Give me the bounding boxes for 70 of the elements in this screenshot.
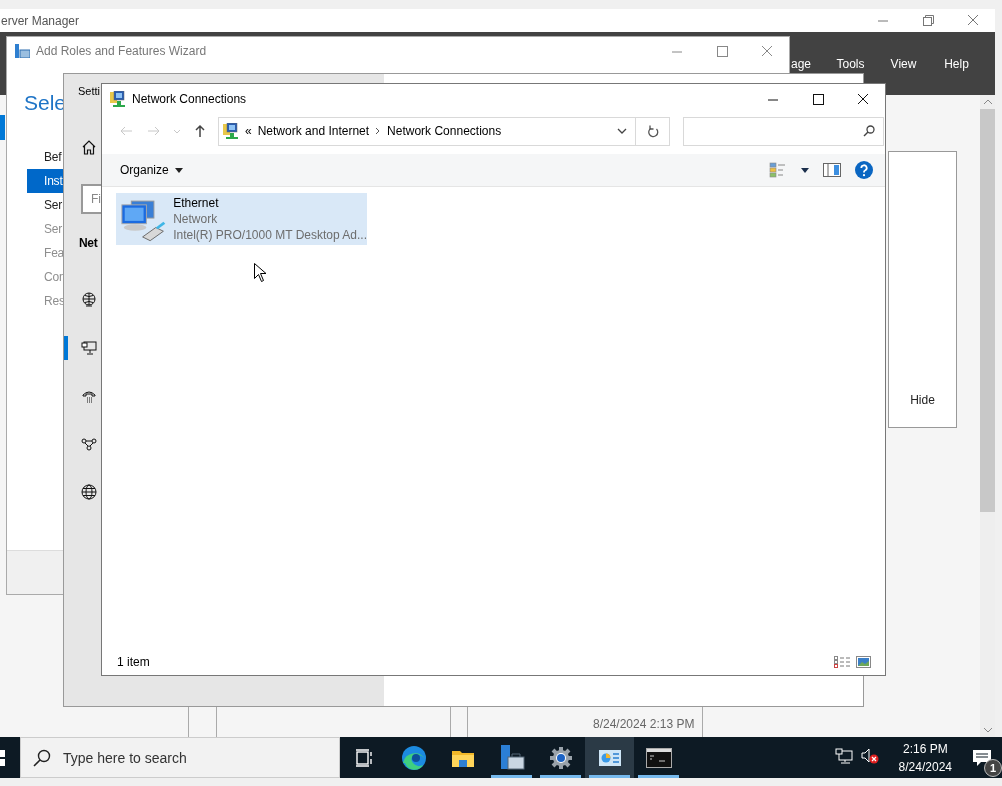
refresh-button[interactable]	[636, 116, 670, 146]
hide-link[interactable]: Hide	[910, 393, 935, 407]
home-icon[interactable]	[81, 139, 97, 155]
restore-button[interactable]	[920, 15, 935, 26]
windows-logo-icon[interactable]	[0, 749, 5, 766]
network-icon	[223, 123, 239, 139]
wizard-step[interactable]: Ser	[27, 193, 63, 217]
window-title: Network Connections	[132, 92, 247, 106]
network-status-icon[interactable]	[834, 748, 853, 764]
details-view-icon[interactable]	[834, 656, 850, 668]
search-icon	[33, 748, 51, 767]
maximize-button[interactable]	[810, 93, 825, 105]
close-button[interactable]	[855, 93, 870, 105]
notifications-icon[interactable]	[972, 748, 992, 767]
window-title: erver Manager	[1, 13, 80, 28]
adapter-name: Intel(R) PRO/1000 MT Desktop Ad...	[173, 227, 367, 243]
window-title: Setti	[78, 85, 101, 99]
connection-name: Ethernet	[173, 195, 220, 211]
item-count: 1 item	[117, 655, 150, 669]
clock-time[interactable]: 2:16 PM	[902, 739, 948, 758]
scrollbar[interactable]	[980, 95, 995, 737]
search-field[interactable]: Fi	[81, 184, 102, 214]
breadcrumb-item[interactable]: Network Connections	[387, 124, 502, 138]
wizard-step[interactable]: Inst	[27, 169, 63, 193]
refresh-icon	[646, 124, 659, 138]
caret-icon	[174, 167, 183, 173]
preview-pane-icon[interactable]	[823, 163, 841, 177]
window-title: Add Roles and Features Wizard	[36, 44, 207, 58]
gear-icon[interactable]	[548, 745, 573, 770]
monitor-icon[interactable]	[81, 340, 97, 356]
mouse-cursor-icon	[254, 263, 266, 282]
globe-network-icon[interactable]	[81, 292, 97, 308]
section-heading: Net	[79, 236, 99, 252]
address-bar[interactable]: « Network and Internet Network Connections	[218, 116, 636, 146]
phone-icon[interactable]	[81, 388, 97, 404]
network-icon	[110, 91, 126, 107]
help-icon[interactable]	[855, 161, 873, 179]
globe-icon[interactable]	[81, 484, 97, 500]
event-time: 8/24/2024 2:13 PM	[593, 717, 695, 731]
menu-item[interactable]: Help	[930, 56, 983, 71]
caret-icon[interactable]	[801, 167, 809, 173]
chevron-right-icon	[375, 127, 382, 135]
menu-item[interactable]: View	[877, 56, 930, 71]
large-icons-view-icon[interactable]	[856, 656, 871, 668]
connection-status: Network	[173, 211, 219, 227]
chevron-down-icon[interactable]	[617, 128, 627, 135]
up-icon[interactable]	[194, 124, 206, 138]
control-panel-icon[interactable]	[597, 747, 622, 768]
overflow-chevron[interactable]: «	[245, 124, 252, 138]
task-view-icon[interactable]	[354, 747, 375, 768]
menu-item[interactable]: Tools	[824, 56, 877, 71]
nodes-icon[interactable]	[81, 436, 97, 452]
organize-button[interactable]: Organize	[114, 161, 189, 179]
clock-date[interactable]: 8/24/2024	[898, 757, 952, 776]
wizard-icon	[15, 44, 30, 58]
search-field[interactable]: Type here to search	[20, 737, 340, 778]
server-toolbox-icon[interactable]	[498, 743, 525, 772]
connection-item[interactable]: Ethernet Network Intel(R) PRO/1000 MT Desktop Ad...	[116, 193, 367, 245]
page-heading: Sele	[23, 91, 63, 116]
breadcrumb-item[interactable]: Network and Internet	[257, 124, 370, 138]
volume-muted-icon[interactable]	[860, 748, 879, 764]
menu-item[interactable]: age	[790, 56, 811, 71]
view-options-icon[interactable]	[769, 162, 787, 178]
edge-icon[interactable]	[400, 744, 427, 771]
terminal-icon[interactable]	[645, 747, 672, 768]
search-field[interactable]	[683, 116, 884, 146]
wizard-step[interactable]: Bef	[27, 145, 63, 169]
scrollbar-thumb[interactable]	[980, 109, 995, 512]
notification-count: 1	[984, 758, 1002, 777]
search-icon	[863, 125, 875, 137]
